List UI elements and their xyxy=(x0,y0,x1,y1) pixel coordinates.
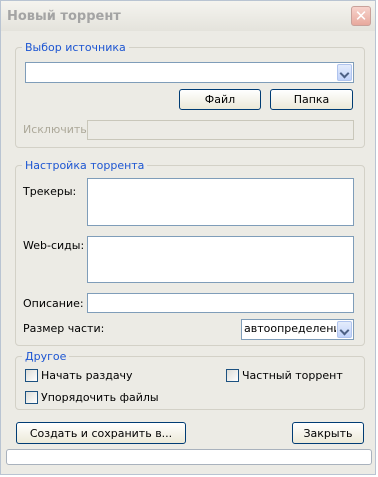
order-files-checkbox[interactable] xyxy=(25,391,38,404)
source-group-legend: Выбор источника xyxy=(25,41,126,54)
close-button[interactable]: Закрыть xyxy=(292,422,364,444)
torrent-settings-legend: Настройка торрента xyxy=(25,159,145,172)
title-bar[interactable]: Новый торрент ✕ xyxy=(1,1,375,31)
private-torrent-label[interactable]: Частный торрент xyxy=(242,369,343,382)
start-seeding-checkbox[interactable] xyxy=(25,369,38,382)
description-input[interactable] xyxy=(87,293,354,313)
webseeds-textarea[interactable] xyxy=(87,236,354,283)
chevron-down-icon[interactable] xyxy=(337,64,352,81)
description-label: Описание: xyxy=(23,297,84,310)
chevron-down-icon[interactable] xyxy=(337,321,352,338)
window-title: Новый торрент xyxy=(7,9,121,24)
close-icon: ✕ xyxy=(354,7,368,25)
trackers-label: Трекеры: xyxy=(23,185,77,198)
new-torrent-dialog: Новый торрент ✕ Выбор источника Файл Пап… xyxy=(0,0,376,475)
piece-size-select[interactable]: автоопределение xyxy=(241,319,354,340)
progress-bar xyxy=(6,449,372,465)
start-seeding-label[interactable]: Начать раздачу xyxy=(41,369,133,382)
folder-button[interactable]: Папка xyxy=(270,89,353,110)
order-files-label[interactable]: Упорядочить файлы xyxy=(41,391,159,404)
private-torrent-checkbox[interactable] xyxy=(226,369,239,382)
piece-size-label: Размер части: xyxy=(23,322,105,335)
webseeds-label: Web-сиды: xyxy=(23,239,85,252)
exclude-input xyxy=(87,120,354,140)
piece-size-value: автоопределение xyxy=(244,322,336,335)
trackers-textarea[interactable] xyxy=(87,178,354,226)
source-path-combobox[interactable] xyxy=(25,62,354,83)
close-window-button[interactable]: ✕ xyxy=(351,6,371,26)
other-group-legend: Другое xyxy=(25,350,67,363)
exclude-label: Исключить: xyxy=(23,123,91,136)
file-button[interactable]: Файл xyxy=(179,89,261,110)
create-and-save-button[interactable]: Создать и сохранить в... xyxy=(16,422,186,444)
